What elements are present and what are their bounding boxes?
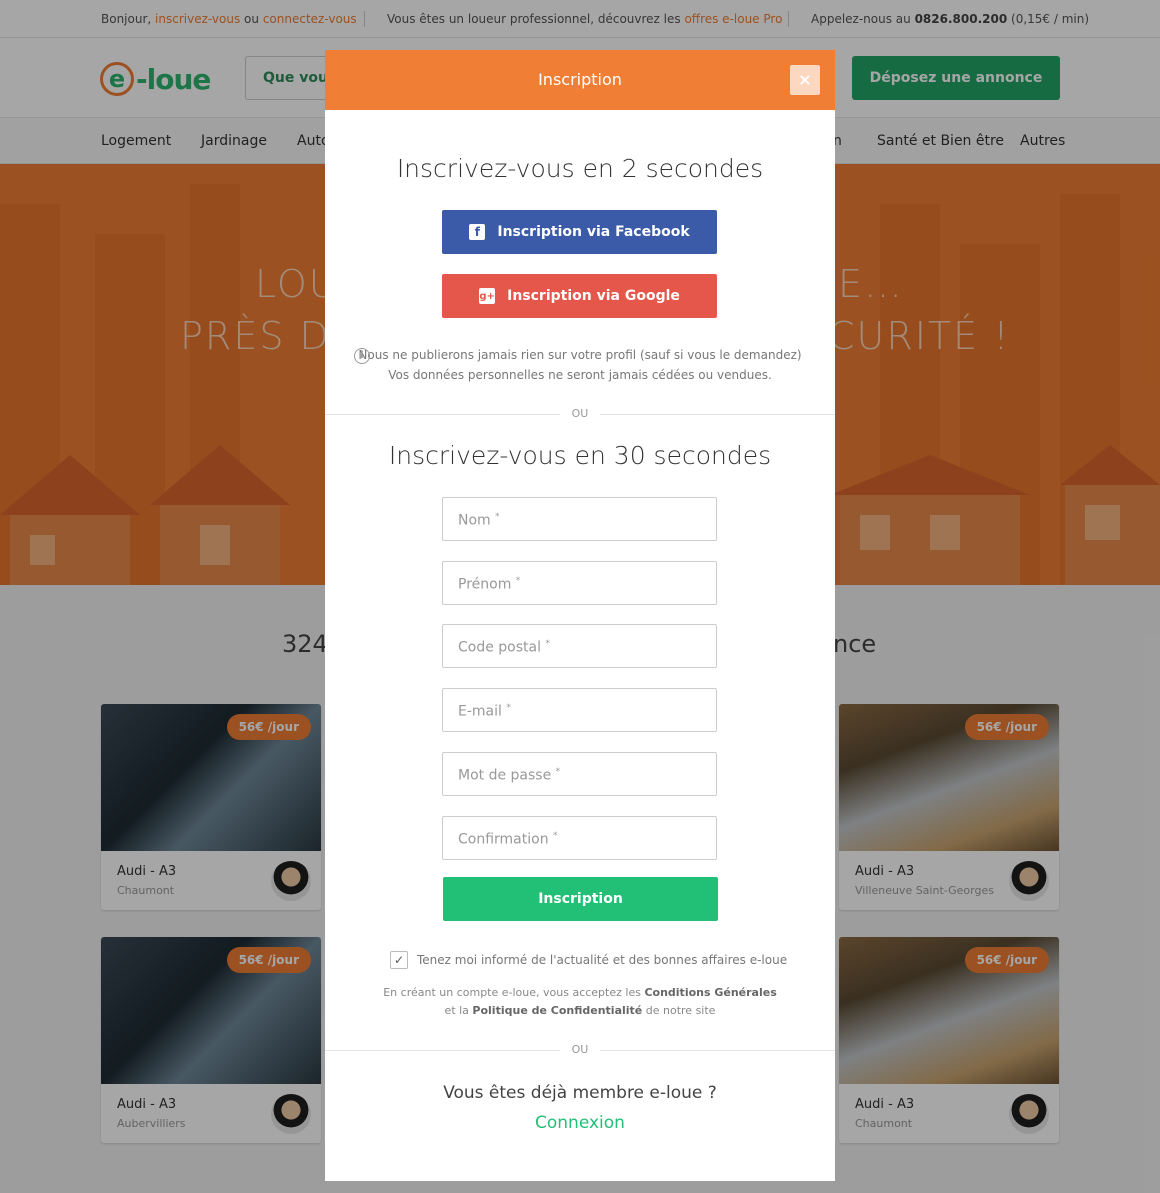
terms-link[interactable]: Conditions Générales xyxy=(644,986,776,999)
modal-title: Inscription xyxy=(538,70,622,89)
email-field[interactable]: E-mail * xyxy=(442,688,717,732)
or-separator: OU xyxy=(560,407,600,420)
google-plus-icon: g+ xyxy=(479,288,496,304)
close-button[interactable]: × xyxy=(790,65,820,95)
name-field[interactable]: Nom * xyxy=(442,497,717,541)
password-field[interactable]: Mot de passe * xyxy=(442,752,717,796)
modal-header: Inscription × xyxy=(325,50,835,110)
password-confirm-field[interactable]: Confirmation * xyxy=(442,816,717,860)
facebook-icon: f xyxy=(469,224,486,240)
signup-modal: Inscription × Inscrivez-vous en 2 second… xyxy=(325,50,835,1181)
postal-code-field[interactable]: Code postal * xyxy=(442,624,717,668)
privacy-notice: i Nous ne publierons jamais rien sur vot… xyxy=(325,345,835,385)
newsletter-checkbox[interactable]: ✓ xyxy=(390,951,408,969)
or-separator: OU xyxy=(560,1043,600,1056)
info-icon: i xyxy=(354,348,370,364)
facebook-signup-button[interactable]: f Inscription via Facebook xyxy=(442,210,717,254)
fast-signup-heading: Inscrivez-vous en 2 secondes xyxy=(396,154,764,183)
terms-notice: En créant un compte e-loue, vous accepte… xyxy=(383,986,777,1017)
first-name-field[interactable]: Prénom * xyxy=(442,561,717,605)
check-icon: ✓ xyxy=(393,953,405,967)
form-signup-heading: Inscrivez-vous en 30 secondes xyxy=(388,441,772,470)
newsletter-label: Tenez moi informé de l'actualité et des … xyxy=(417,953,788,967)
privacy-policy-link[interactable]: Politique de Confidentialité xyxy=(472,1004,642,1017)
close-icon: × xyxy=(798,70,812,89)
google-signup-button[interactable]: g+ Inscription via Google xyxy=(442,274,717,318)
login-link[interactable]: Connexion xyxy=(325,1113,835,1133)
signup-submit-button[interactable]: Inscription xyxy=(443,877,718,921)
member-question: Vous êtes déjà membre e-loue ? xyxy=(443,1083,717,1103)
